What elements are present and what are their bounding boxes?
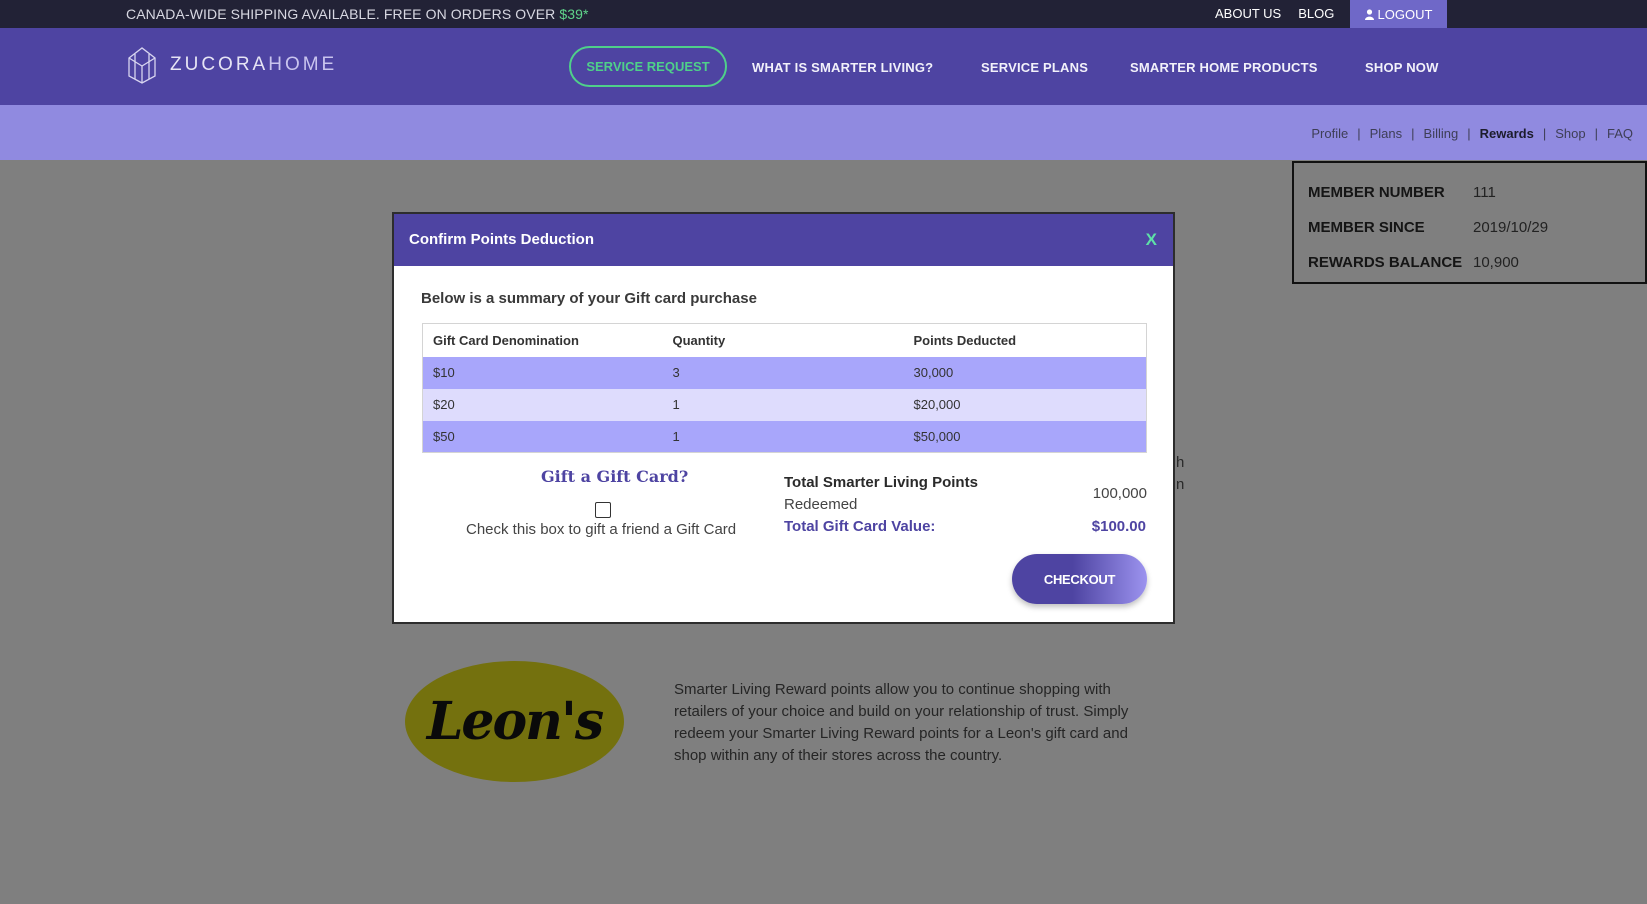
- modal-header: Confirm Points Deduction X: [394, 214, 1173, 266]
- zucora-logo[interactable]: ZUCORAHOME: [126, 46, 337, 84]
- logout-label: LOGOUT: [1377, 6, 1433, 22]
- house-logo-icon: [128, 47, 156, 84]
- shipping-notice: CANADA-WIDE SHIPPING AVAILABLE. FREE ON …: [126, 6, 589, 22]
- nav-smarter-home-products[interactable]: SMARTER HOME PRODUCTS: [1130, 60, 1318, 75]
- col-points-deducted: Points Deducted: [903, 323, 1147, 357]
- nav-what-is-smarter-living[interactable]: WHAT IS SMARTER LIVING?: [752, 60, 933, 75]
- cell-quantity: 1: [662, 388, 904, 421]
- service-request-button[interactable]: SERVICE REQUEST: [569, 46, 727, 87]
- cell-denomination: $50: [422, 420, 663, 453]
- blog-link[interactable]: BLOG: [1298, 6, 1334, 21]
- total-points-label: Total Smarter Living Points: [784, 474, 978, 491]
- total-points-label-suffix: Redeemed: [784, 496, 858, 513]
- cell-denomination: $10: [422, 356, 663, 389]
- subnav-rewards[interactable]: Rewards: [1480, 126, 1534, 141]
- subnav-profile[interactable]: Profile: [1311, 126, 1348, 141]
- cell-quantity: 3: [662, 356, 904, 389]
- total-gift-card-value: $100.00: [1091, 518, 1146, 535]
- table-row: $20 1 $20,000: [422, 388, 1147, 421]
- gift-friend-checkbox[interactable]: [595, 502, 611, 518]
- cell-points: $50,000: [903, 420, 1147, 453]
- close-icon[interactable]: X: [1146, 230, 1157, 250]
- brand-name: ZUCORA: [170, 54, 269, 75]
- subnav-billing[interactable]: Billing: [1424, 126, 1459, 141]
- nav-shop-now[interactable]: SHOP NOW: [1365, 60, 1439, 75]
- cell-denomination: $20: [422, 388, 663, 421]
- summary-heading: Below is a summary of your Gift card pur…: [421, 290, 757, 307]
- gift-card-summary-table: Gift Card Denomination Quantity Points D…: [422, 323, 1147, 453]
- about-us-link[interactable]: ABOUT US: [1215, 6, 1281, 21]
- subnav-plans[interactable]: Plans: [1370, 126, 1403, 141]
- cell-points: 30,000: [903, 356, 1147, 389]
- subnav-faq[interactable]: FAQ: [1607, 126, 1633, 141]
- shipping-threshold: $39*: [559, 6, 589, 22]
- user-icon: [1364, 8, 1374, 20]
- subnav-shop[interactable]: Shop: [1555, 126, 1585, 141]
- logout-button[interactable]: LOGOUT: [1350, 0, 1447, 28]
- table-header-row: Gift Card Denomination Quantity Points D…: [422, 323, 1147, 357]
- account-subnav: Profile | Plans | Billing | Rewards | Shop | …: [0, 105, 1647, 160]
- col-denomination: Gift Card Denomination: [422, 323, 663, 357]
- confirm-points-modal: Confirm Points Deduction X Below is a su…: [392, 212, 1175, 624]
- gift-question-heading: Gift a Gift Card?: [541, 467, 689, 486]
- main-navigation: ZUCORAHOME SERVICE REQUEST WHAT IS SMART…: [0, 28, 1647, 105]
- table-row: $10 3 30,000: [422, 356, 1147, 389]
- total-points-value: 100,000: [1092, 485, 1147, 502]
- nav-service-plans[interactable]: SERVICE PLANS: [981, 60, 1088, 75]
- brand-suffix: HOME: [268, 54, 338, 75]
- col-quantity: Quantity: [662, 323, 904, 357]
- shipping-text: CANADA-WIDE SHIPPING AVAILABLE. FREE ON …: [126, 6, 560, 22]
- gift-checkbox-label: Check this box to gift a friend a Gift C…: [466, 521, 737, 538]
- cell-quantity: 1: [662, 420, 904, 453]
- cell-points: $20,000: [903, 388, 1147, 421]
- checkout-button[interactable]: CHECKOUT: [1012, 554, 1147, 604]
- top-announcement-bar: CANADA-WIDE SHIPPING AVAILABLE. FREE ON …: [0, 0, 1647, 28]
- modal-title: Confirm Points Deduction: [409, 231, 594, 248]
- table-row: $50 1 $50,000: [422, 420, 1147, 453]
- total-gift-card-value-label: Total Gift Card Value:: [784, 518, 936, 535]
